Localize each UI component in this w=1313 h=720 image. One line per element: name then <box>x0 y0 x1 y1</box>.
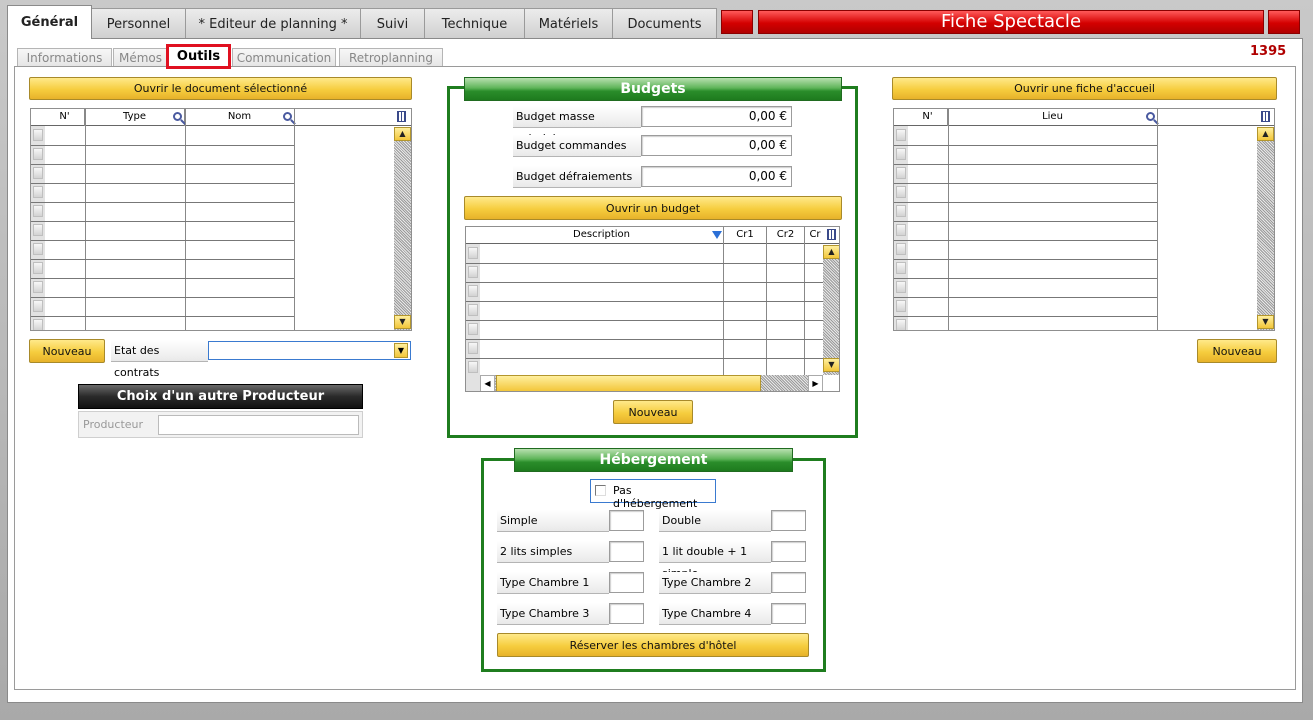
budget-salary-input[interactable]: 0,00 € <box>641 106 792 127</box>
budget-orders-label: Budget commandes <box>513 135 641 157</box>
budget-orders-input[interactable]: 0,00 € <box>641 135 792 156</box>
tab-technique[interactable]: Technique <box>424 8 525 39</box>
room-type2-input[interactable] <box>771 572 806 593</box>
tab-documents[interactable]: Documents <box>612 8 717 39</box>
room-type2-label: Type Chambre 2 <box>659 572 771 594</box>
open-accueil-button[interactable]: Ouvrir une fiche d'accueil <box>892 77 1277 100</box>
header-left-bar <box>721 10 753 34</box>
subtab-informations[interactable]: Informations <box>17 48 112 67</box>
room-type3-input[interactable] <box>609 603 644 624</box>
producer-input[interactable] <box>158 415 359 435</box>
col-header-nom[interactable]: Nom <box>185 109 295 126</box>
new-budget-button[interactable]: Nouveau <box>613 400 693 424</box>
room-simple-label: Simple <box>497 510 609 532</box>
hebergement-title: Hébergement <box>514 448 793 472</box>
room-2-lits-input[interactable] <box>609 541 644 562</box>
reserve-rooms-button[interactable]: Réserver les chambres d'hôtel <box>497 633 809 657</box>
header-right-bar <box>1268 10 1300 34</box>
col-header-description[interactable]: Description <box>480 227 724 244</box>
checkbox[interactable] <box>595 485 606 496</box>
room-simple-input[interactable] <box>609 510 644 531</box>
tab-personnel[interactable]: Personnel <box>91 8 186 39</box>
budgets-hscrollbar[interactable]: ◀ ▶ <box>480 375 823 391</box>
chevron-down-icon[interactable]: ▼ <box>394 343 408 358</box>
trash-icon[interactable] <box>827 229 836 240</box>
search-icon[interactable] <box>283 112 292 121</box>
budgets-grid[interactable]: Description Cr1 Cr2 Cr ▲ ▼ ◀ ▶ <box>465 226 840 392</box>
accueil-grid[interactable]: N' Lieu ▲ ▼ <box>893 108 1275 331</box>
scroll-right-arrow[interactable]: ▶ <box>808 375 823 391</box>
room-1-double-1-simple-label: 1 lit double + 1 simple <box>659 541 771 580</box>
budgets-title: Budgets <box>464 77 842 101</box>
room-type4-label: Type Chambre 4 <box>659 603 771 625</box>
budget-expenses-input[interactable]: 0,00 € <box>641 166 792 187</box>
contracts-select[interactable]: ▼ <box>208 341 411 360</box>
subtab-outils[interactable]: Outils <box>166 44 231 69</box>
col-header-cr[interactable]: Cr <box>805 227 825 244</box>
room-type3-label: Type Chambre 3 <box>497 603 609 625</box>
contracts-label: Etat des contrats <box>111 340 208 379</box>
room-2-lits-label: 2 lits simples <box>497 541 609 563</box>
scroll-up-arrow[interactable]: ▲ <box>1257 127 1274 141</box>
header-title-bar: Fiche Spectacle <box>758 10 1264 34</box>
scroll-up-arrow[interactable]: ▲ <box>394 127 411 141</box>
tab-general[interactable]: Général <box>7 5 92 39</box>
tab-suivi[interactable]: Suivi <box>360 8 425 39</box>
documents-scrollbar[interactable] <box>394 127 411 330</box>
scroll-down-arrow[interactable]: ▼ <box>823 358 839 372</box>
col-header-lieu[interactable]: Lieu <box>948 109 1158 126</box>
scroll-left-arrow[interactable]: ◀ <box>480 375 495 391</box>
col-header-num[interactable]: N' <box>908 109 948 126</box>
budgets-vscrollbar[interactable] <box>823 245 839 375</box>
col-header-cr2[interactable]: Cr2 <box>767 227 805 244</box>
record-id: 1395 <box>1250 44 1287 59</box>
tab-editeur-planning[interactable]: * Editeur de planning * <box>185 8 361 39</box>
subtab-memos[interactable]: Mémos <box>113 48 168 67</box>
room-type1-label: Type Chambre 1 <box>497 572 609 594</box>
search-icon[interactable] <box>173 112 182 121</box>
room-double-label: Double <box>659 510 771 532</box>
new-document-button[interactable]: Nouveau <box>29 339 105 363</box>
new-accueil-button[interactable]: Nouveau <box>1197 339 1277 363</box>
scroll-down-arrow[interactable]: ▼ <box>1257 315 1274 329</box>
open-document-button[interactable]: Ouvrir le document sélectionné <box>29 77 412 100</box>
filter-icon[interactable] <box>712 231 722 239</box>
budget-salary-label: Budget masse salariale <box>513 106 641 145</box>
room-1-double-1-simple-input[interactable] <box>771 541 806 562</box>
scroll-up-arrow[interactable]: ▲ <box>823 245 839 259</box>
scroll-down-arrow[interactable]: ▼ <box>394 315 411 329</box>
subtab-retroplanning[interactable]: Retroplanning <box>339 48 443 67</box>
col-header-num[interactable]: N' <box>45 109 85 126</box>
col-header-type[interactable]: Type <box>85 109 185 126</box>
room-double-input[interactable] <box>771 510 806 531</box>
room-type4-input[interactable] <box>771 603 806 624</box>
trash-icon[interactable] <box>1261 111 1270 122</box>
tab-materiels[interactable]: Matériels <box>524 8 613 39</box>
search-icon[interactable] <box>1146 112 1155 121</box>
documents-grid[interactable]: N' Type Nom ▲ ▼ <box>30 108 412 331</box>
budget-expenses-label: Budget défraiements <box>513 166 641 188</box>
room-type1-input[interactable] <box>609 572 644 593</box>
col-header-cr1[interactable]: Cr1 <box>724 227 767 244</box>
open-budget-button[interactable]: Ouvrir un budget <box>464 196 842 220</box>
choose-producer-button[interactable]: Choix d'un autre Producteur <box>78 384 363 409</box>
subtab-communication[interactable]: Communication <box>232 48 336 67</box>
no-accommodation-checkbox-row[interactable]: Pas d'hébergement <box>590 479 716 510</box>
producer-label: Producteur <box>83 418 144 431</box>
trash-icon[interactable] <box>397 111 406 122</box>
accueil-scrollbar[interactable] <box>1257 127 1274 330</box>
page-title: Fiche Spectacle <box>940 11 1082 32</box>
